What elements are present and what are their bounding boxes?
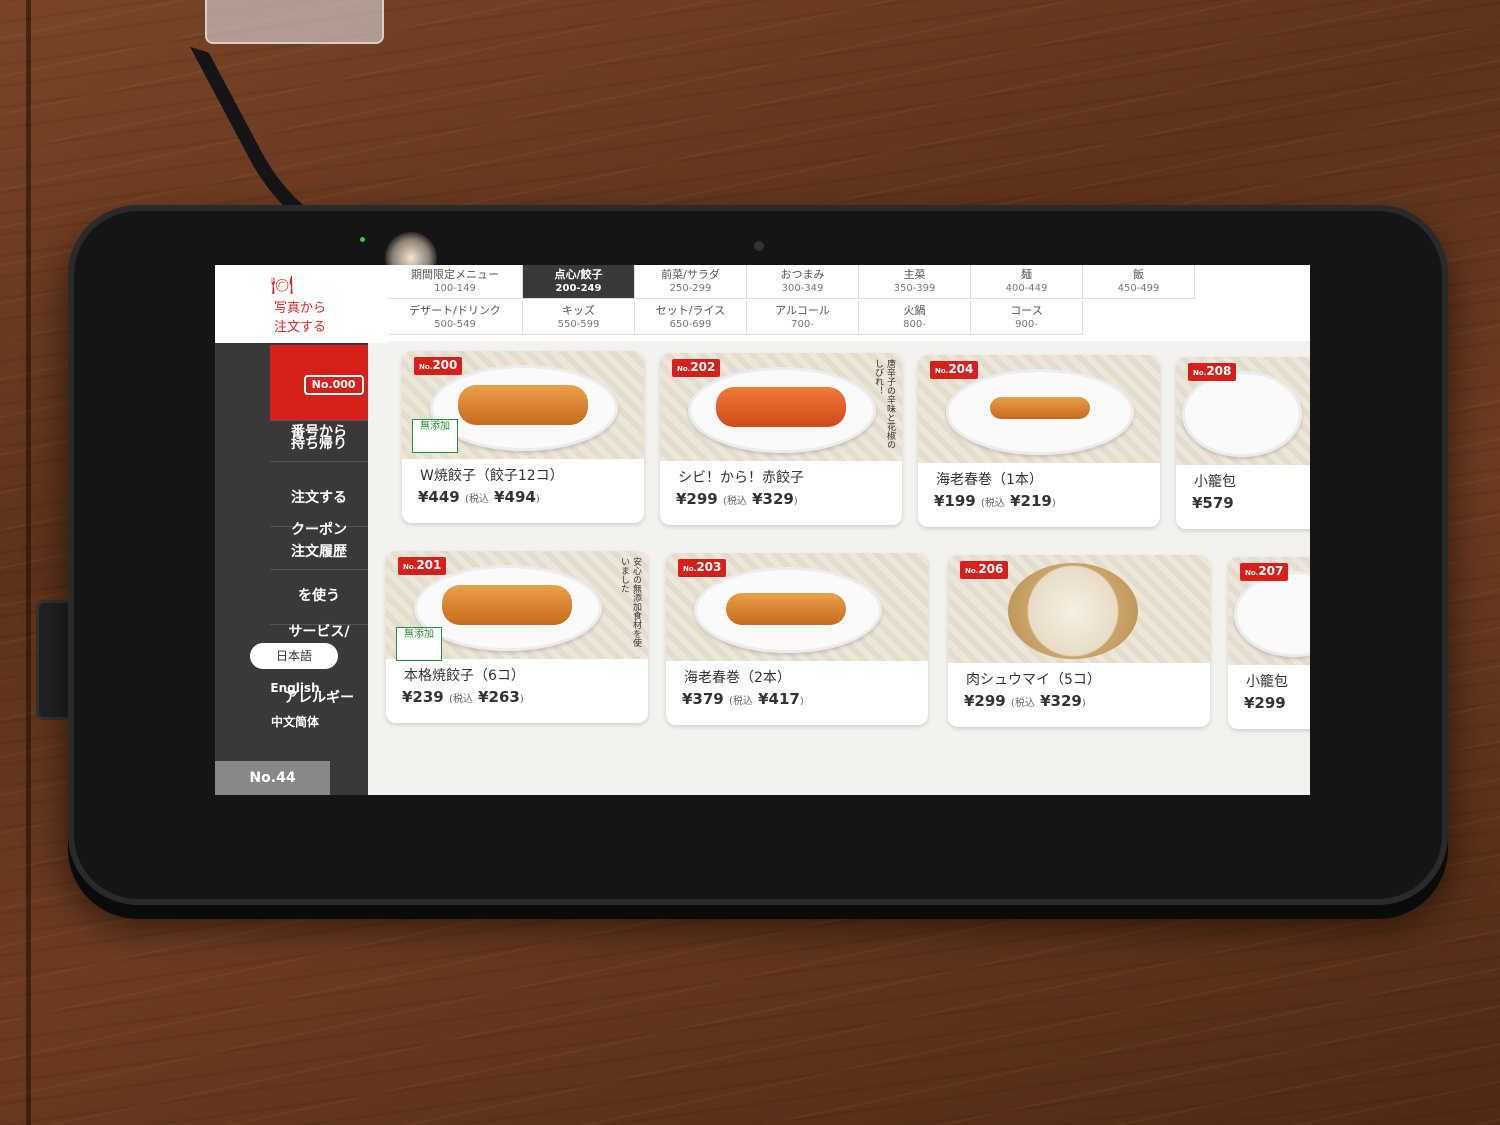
language-chinese[interactable]: 中文简体 xyxy=(245,713,345,730)
item-number-badge: No.203 xyxy=(678,559,727,577)
coupon-button[interactable]: クーポン を使う xyxy=(270,469,368,604)
takeout-button[interactable]: 持ち帰り xyxy=(270,427,368,462)
tab-kids[interactable]: キッズ 550-599 xyxy=(523,301,635,335)
menu-card-206[interactable]: No.206 肉シュウマイ（5コ） ¥299 (税込 ¥329) xyxy=(948,555,1210,727)
status-led xyxy=(360,237,365,242)
tab-snacks[interactable]: おつまみ 300-349 xyxy=(747,265,859,299)
additive-free-badge: 無添加 xyxy=(412,419,458,453)
menu-grid: 無添加 No.200 W焼餃子（餃子12コ） ¥449 (税込 ¥494) 唐辛… xyxy=(386,347,1310,795)
sidebar: No.000 番号から 注文する 持ち帰り クーポン を使う 注文履歴 サービス… xyxy=(215,265,368,795)
tab-rice[interactable]: 飯 450-499 xyxy=(1083,265,1195,299)
item-number-badge: No.202 xyxy=(672,359,721,377)
plate-fork-knife-icon: 🍽 xyxy=(270,275,294,296)
additive-free-badge: 無添加 xyxy=(396,627,442,661)
item-price: ¥239 (税込 ¥263) xyxy=(402,688,524,706)
menu-card-207[interactable]: No.207 小籠包 ¥299 xyxy=(1228,557,1310,729)
tab-dessert-drink[interactable]: デザート/ドリンク 500-549 xyxy=(388,301,523,335)
tab-hotpot[interactable]: 火鍋 800- xyxy=(859,301,971,335)
tab-main-dish[interactable]: 主菜 350-399 xyxy=(859,265,971,299)
menu-card-201[interactable]: 無添加 安心の無添加食材を使いました No.201 本格焼餃子（6コ） ¥239… xyxy=(386,551,648,723)
photo-order-label: 写真から 注文する xyxy=(273,301,326,335)
language-english[interactable]: English xyxy=(245,681,345,695)
item-note: 安心の無添加食材を使いました xyxy=(619,557,641,647)
table-number: No.44 xyxy=(215,761,330,795)
service-label-1: サービス/ xyxy=(288,624,350,640)
shumai-steamer xyxy=(1008,563,1138,659)
item-name: 肉シュウマイ（5コ） xyxy=(966,672,1101,688)
item-number-badge: No.208 xyxy=(1188,363,1237,381)
tab-noodles[interactable]: 麺 400-449 xyxy=(971,265,1083,299)
order-screen: No.000 番号から 注文する 持ち帰り クーポン を使う 注文履歴 サービス… xyxy=(215,265,1310,795)
item-price: ¥579 xyxy=(1192,494,1234,512)
menu-card-208[interactable]: No.208 小籠包 ¥579 xyxy=(1176,357,1310,529)
item-number-badge: No.204 xyxy=(930,361,979,379)
item-note: 唐辛子の辛味と花椒のしびれ！ xyxy=(873,359,895,449)
order-history-button[interactable]: 注文履歴 xyxy=(270,535,368,570)
tab-appetizer-salad[interactable]: 前菜/サラダ 250-299 xyxy=(635,265,747,299)
plate xyxy=(1182,371,1302,457)
number-badge: No.000 xyxy=(303,375,364,395)
item-number-badge: No.200 xyxy=(414,357,463,375)
item-number-badge: No.201 xyxy=(398,557,447,575)
item-price: ¥299 (税込 ¥329) xyxy=(964,692,1086,710)
spring-roll-food xyxy=(990,397,1090,419)
gyoza-food xyxy=(442,585,572,625)
photo-order-logo[interactable]: 🍽 写真から 注文する xyxy=(215,265,388,343)
item-name: 海老春巻（2本） xyxy=(684,670,791,686)
item-name: 小籠包 xyxy=(1194,474,1236,490)
item-name: 本格焼餃子（6コ） xyxy=(404,668,525,684)
item-name: シビ！から！赤餃子 xyxy=(678,470,804,486)
camera-icon xyxy=(754,241,764,251)
plate xyxy=(1234,571,1310,657)
category-tabs: 期間限定メニュー 100-149 点心/餃子 200-249 前菜/サラダ 250-2… xyxy=(388,265,1310,341)
spring-roll-food xyxy=(726,593,846,625)
item-price: ¥299 xyxy=(1244,694,1286,712)
tab-dimsum-gyoza[interactable]: 点心/餃子 200-249 xyxy=(523,265,635,299)
menu-card-202[interactable]: 唐辛子の辛味と花椒のしびれ！ No.202 シビ！から！赤餃子 ¥299 (税込… xyxy=(660,353,902,525)
tab-set-rice[interactable]: セット/ライス 650-699 xyxy=(635,301,747,335)
gyoza-food xyxy=(458,385,588,425)
service-allergy-button[interactable]: サービス/ アレルギー xyxy=(270,573,368,706)
item-price: ¥199 (税込 ¥219) xyxy=(934,492,1056,510)
item-name: 小籠包 xyxy=(1246,674,1288,690)
item-price: ¥299 (税込 ¥329) xyxy=(676,490,798,508)
number-order-button[interactable]: No.000 番号から 注文する xyxy=(270,345,368,506)
tab-course[interactable]: コース 900- xyxy=(971,301,1083,335)
item-name: 海老春巻（1本） xyxy=(936,472,1043,488)
menu-card-203[interactable]: No.203 海老春巻（2本） ¥379 (税込 ¥417) xyxy=(666,553,928,725)
item-price: ¥379 (税込 ¥417) xyxy=(682,690,804,708)
item-number-badge: No.207 xyxy=(1240,563,1289,581)
table-seam xyxy=(26,0,31,1125)
item-name: W焼餃子（餃子12コ） xyxy=(420,468,564,484)
menu-card-204[interactable]: No.204 海老春巻（1本） ¥199 (税込 ¥219) xyxy=(918,355,1160,527)
tab-limited[interactable]: 期間限定メニュー 100-149 xyxy=(388,265,523,299)
item-number-badge: No.206 xyxy=(960,561,1009,579)
menu-card-200[interactable]: 無添加 No.200 W焼餃子（餃子12コ） ¥449 (税込 ¥494) xyxy=(402,351,644,523)
item-price: ¥449 (税込 ¥494) xyxy=(418,488,540,506)
language-japanese[interactable]: 日本語 xyxy=(250,643,338,669)
tab-alcohol[interactable]: アルコール 700- xyxy=(747,301,859,335)
red-gyoza-food xyxy=(716,387,846,427)
